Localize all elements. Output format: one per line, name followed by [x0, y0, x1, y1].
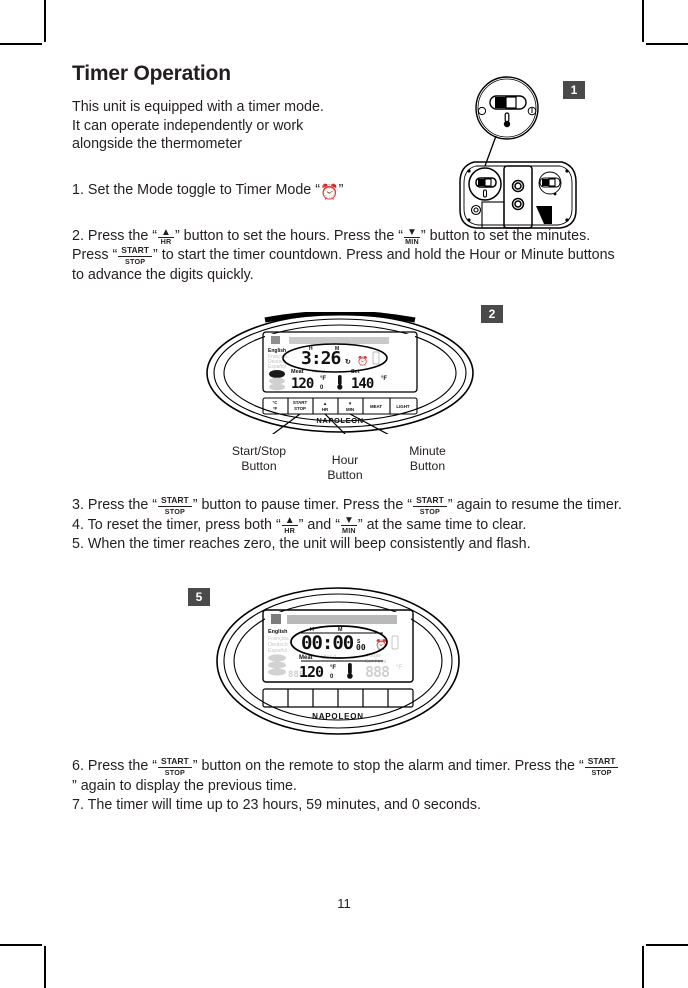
svg-text:00: 00 [356, 643, 366, 652]
svg-text:Meat: Meat [299, 655, 313, 661]
svg-text:LIGHT: LIGHT [396, 404, 409, 409]
step-text: Press the “ [87, 497, 158, 514]
minute-button-glyph: ▼ MIN [340, 515, 357, 535]
svg-text:HR: HR [322, 407, 329, 412]
svg-text:Español: Español [268, 364, 286, 370]
step-number: 6. [72, 758, 88, 775]
remote-timer-zero-figure: English Français Deutsch Español H M 00:… [215, 586, 461, 736]
step-2: 2. Press the “▲ HR” button to set the hou… [72, 227, 624, 285]
start-stop-button-glyph: START STOP [118, 246, 152, 266]
hour-button-glyph: ▲ HR [281, 516, 298, 535]
step-text: ” button on the remote to stop the alarm… [192, 758, 584, 775]
step-6: 6. Press the “START STOP” button on the r… [72, 757, 624, 796]
svg-text:°F: °F [320, 376, 326, 382]
step-text: ” button to pause timer. Press the “ [192, 497, 413, 514]
start-stop-button-glyph: START STOP [158, 496, 192, 516]
svg-text:Español: Español [268, 648, 287, 654]
svg-text:⏰: ⏰ [357, 355, 368, 366]
minute-button-glyph: ▼ MIN [404, 226, 420, 247]
crop-mark-bottom-left-vertical [44, 946, 46, 988]
svg-text:MEAT: MEAT [370, 404, 382, 409]
start-stop-button-glyph: START STOP [158, 757, 192, 777]
step-text: ” again to resume the timer. [447, 497, 622, 514]
intro-paragraph: This unit is equipped with a timer mode.… [72, 99, 324, 153]
svg-text:°F: °F [396, 665, 402, 671]
content-column-2: 3. Press the “START STOP” button to pause… [72, 496, 624, 554]
step-7: 7. The timer will time up to 23 hours, 5… [72, 796, 624, 815]
start-stop-button-glyph: START STOP [413, 496, 447, 516]
figure-badge-2: 2 [481, 305, 503, 323]
content-column-3: 6. Press the “START STOP” button on the r… [72, 757, 624, 815]
steps-list-3: 6. Press the “START STOP” button on the r… [72, 757, 624, 815]
step-text: ” again to display the previous time. [72, 777, 297, 794]
svg-text:°F: °F [381, 376, 387, 382]
step-text: Press the “ [87, 228, 158, 245]
svg-text:STOP: STOP [294, 406, 306, 411]
step-number: 4. [72, 516, 88, 533]
step-text: ” [338, 181, 344, 198]
crop-mark-bottom-right-vertical [642, 946, 644, 988]
step-text: ” button to set the hours. Press the “ [174, 228, 404, 245]
svg-text:120: 120 [291, 376, 314, 392]
svg-text:°F: °F [330, 665, 336, 671]
start-stop-button-glyph: START STOP [584, 757, 619, 777]
step-number: 7. [72, 796, 88, 813]
steps-list-2: 3. Press the “START STOP” button to pause… [72, 496, 624, 554]
device-back-mode-toggle-figure [452, 70, 584, 230]
svg-text:MIN: MIN [346, 407, 354, 412]
svg-text:°C: °C [273, 400, 279, 405]
step-text: ” to start the timer countdown. Press an… [72, 247, 615, 283]
step-text: To reset the timer, press both “ [87, 516, 281, 533]
svg-text:↻: ↻ [345, 359, 351, 366]
step-text: Set the Mode toggle to Timer Mode “ [87, 181, 320, 198]
svg-text:NAPOLEON: NAPOLEON [312, 712, 364, 721]
figure-2-callouts: Start/Stop Button Hour Button Minute But… [195, 444, 495, 484]
step-number: 1. [72, 181, 88, 198]
svg-text:888: 888 [365, 663, 390, 681]
step-3: 3. Press the “START STOP” button to pause… [72, 496, 624, 516]
crop-mark-bottom-left-horizontal [0, 944, 42, 946]
svg-text:120: 120 [299, 663, 324, 681]
step-number: 3. [72, 497, 88, 514]
crop-mark-bottom-right-horizontal [646, 944, 688, 946]
crop-mark-top-left-horizontal [0, 43, 42, 45]
crop-mark-top-right-vertical [642, 0, 644, 42]
svg-text:▼: ▼ [348, 401, 352, 406]
step-text: The timer will time up to 23 hours, 59 m… [87, 796, 482, 813]
svg-text:°F: °F [273, 406, 278, 411]
step-number: 2. [72, 228, 88, 245]
crop-mark-top-right-horizontal [646, 43, 688, 45]
svg-text:3:26: 3:26 [301, 348, 341, 369]
svg-text:Meat: Meat [291, 369, 304, 375]
step-text: ” and “ [298, 516, 340, 533]
timer-mode-clock-icon: ⏰ [319, 183, 339, 201]
crop-mark-top-left-vertical [44, 0, 46, 42]
page-number: 11 [337, 896, 351, 911]
svg-text:English: English [268, 629, 287, 635]
hour-button-glyph: ▲ HR [158, 227, 174, 247]
step-text: ” at the same time to clear. [357, 516, 527, 533]
svg-text:▲: ▲ [323, 401, 327, 406]
step-4: 4. To reset the timer, press both “▲ HR” … [72, 516, 624, 535]
step-number: 5. [72, 535, 88, 552]
svg-text:00:00: 00:00 [301, 632, 354, 654]
step-text: When the timer reaches zero, the unit wi… [87, 535, 531, 552]
figure-badge-5: 5 [188, 588, 210, 606]
callout-minute-button: Minute Button [409, 444, 446, 473]
svg-text:START: START [293, 400, 308, 405]
manual-page: Timer Operation This unit is equipped wi… [0, 0, 688, 988]
step-5: 5. When the timer reaches zero, the unit… [72, 535, 624, 554]
svg-text:140: 140 [351, 376, 374, 392]
step-text: Press the “ [87, 758, 158, 775]
remote-timer-running-figure: English Français Deutsch Español H M 3:2… [205, 310, 475, 443]
